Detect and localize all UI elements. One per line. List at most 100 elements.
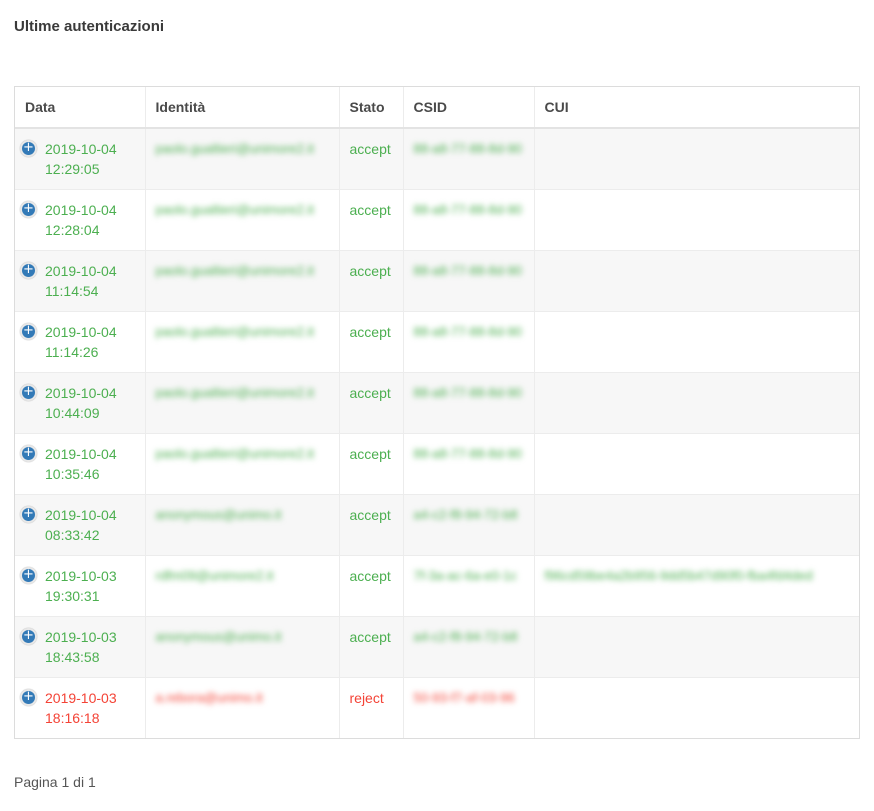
cell-csid: 50-93-f7-af-03-96 (403, 676, 535, 738)
date-text: 2019-10-03 (45, 567, 117, 584)
plus-circle-icon[interactable]: + (20, 261, 37, 279)
time-text: 11:14:54 (45, 282, 99, 299)
status-text: accept (349, 506, 391, 523)
plus-circle-icon[interactable]: + (20, 140, 37, 157)
column-header-cui[interactable]: CUI (534, 87, 859, 129)
status-text: accept (349, 628, 391, 645)
cell-identity: paolo.gualtieri@unimore2.it (145, 371, 340, 433)
page-title: Ultime autenticazioni (14, 18, 165, 35)
cell-date: +2019-10-04 10:44:09 (15, 371, 146, 433)
status-text: accept (349, 262, 391, 279)
cell-identity: paolo.gualtieri@unimore2.it (145, 310, 340, 372)
time-text: 12:28:04 (45, 221, 100, 238)
identity-text: a.rebora@unimo.it (155, 689, 263, 705)
cell-csid: 88-a8-77-88-8d-90 (403, 188, 535, 250)
status-text: accept (349, 445, 391, 462)
plus-circle-icon[interactable]: + (20, 688, 37, 706)
cell-date: +2019-10-03 19:30:31 (15, 554, 146, 616)
cell-status: accept (339, 310, 404, 372)
table-row: +2019-10-04 08:33:42 anonymous@unimo.it acc… (15, 493, 859, 555)
date-text: 2019-10-03 (45, 628, 117, 645)
time-text: 19:30:31 (45, 587, 100, 604)
cell-cui (534, 432, 859, 494)
cell-status: accept (339, 127, 404, 189)
cell-date: +2019-10-03 18:43:58 (15, 615, 146, 677)
status-text: accept (349, 567, 391, 584)
cui-text: f96cd59be4a2b956-9dd5b47d90f0-fba4fd4ded (544, 567, 813, 583)
date-text: 2019-10-03 (45, 689, 117, 706)
plus-circle-icon[interactable]: + (20, 322, 37, 340)
identity-text: paolo.gualtieri@unimore2.it (155, 262, 314, 278)
cell-identity: anonymous@unimo.it (145, 615, 340, 677)
identity-text: paolo.gualtieri@unimore2.it (155, 323, 314, 339)
column-header-stato[interactable]: Stato (339, 87, 404, 129)
cell-date: +2019-10-03 18:16:18 (15, 676, 146, 738)
pagination-info: Pagina 1 di 1 (14, 774, 96, 790)
table-header-row: Data Identità Stato CSID CUI (15, 87, 859, 129)
cell-cui: f96cd59be4a2b956-9dd5b47d90f0-fba4fd4ded (534, 554, 859, 616)
time-text: 08:33:42 (45, 526, 100, 543)
plus-circle-icon[interactable]: + (20, 627, 37, 645)
table-row: +2019-10-03 18:43:58 anonymous@unimo.it acc… (15, 615, 859, 677)
date-text: 2019-10-04 (45, 262, 117, 279)
table-row: +2019-10-04 10:44:09 paolo.gualtieri@unimo… (15, 371, 859, 433)
plus-circle-icon[interactable]: + (20, 444, 37, 462)
identity-text: anonymous@unimo.it (155, 628, 282, 644)
time-text: 18:43:58 (45, 648, 100, 665)
identity-text: paolo.gualtieri@unimore2.it (155, 384, 314, 400)
csid-text: 88-a8-77-88-8d-90 (413, 141, 522, 156)
date-text: 2019-10-04 (45, 201, 117, 218)
plus-circle-icon[interactable]: + (20, 566, 37, 584)
plus-circle-icon[interactable]: + (20, 505, 37, 523)
table-row: +2019-10-04 12:28:04 paolo.gualtieri@unimo… (15, 188, 859, 250)
cell-cui (534, 371, 859, 433)
time-text: 11:14:26 (45, 343, 99, 360)
cell-cui (534, 188, 859, 250)
cell-status: accept (339, 188, 404, 250)
time-text: 10:44:09 (45, 404, 100, 421)
cell-status: reject (339, 676, 404, 738)
time-text: 10:35:46 (45, 465, 100, 482)
table-row: +2019-10-04 11:14:54 paolo.gualtieri@unimo… (15, 249, 859, 311)
status-text: accept (349, 384, 391, 401)
table-row: +2019-10-04 12:29:05 paolo.gualtieri@unimo… (15, 127, 859, 189)
identity-text: paolo.gualtieri@unimore2.it (155, 141, 314, 156)
cell-cui (534, 249, 859, 311)
cell-identity: paolo.gualtieri@unimore2.it (145, 432, 340, 494)
csid-text: 88-a8-77-88-8d-90 (413, 384, 522, 400)
cell-status: accept (339, 493, 404, 555)
identity-text: anonymous@unimo.it (155, 506, 282, 522)
table-row: +2019-10-04 11:14:26 paolo.gualtieri@unimo… (15, 310, 859, 372)
csid-text: 88-a8-77-88-8d-90 (413, 445, 522, 461)
cell-date: +2019-10-04 08:33:42 (15, 493, 146, 555)
cell-status: accept (339, 249, 404, 311)
plus-circle-icon[interactable]: + (20, 200, 37, 218)
date-text: 2019-10-04 (45, 445, 117, 462)
cell-csid: 88-a8-77-88-8d-90 (403, 249, 535, 311)
column-header-csid[interactable]: CSID (403, 87, 535, 129)
cell-cui (534, 615, 859, 677)
cell-cui (534, 310, 859, 372)
cell-status: accept (339, 554, 404, 616)
status-text: accept (349, 201, 391, 218)
cell-date: +2019-10-04 12:28:04 (15, 188, 146, 250)
authentications-table: Data Identità Stato CSID CUI +2019-10-04… (14, 86, 860, 739)
plus-circle-icon[interactable]: + (20, 383, 37, 401)
date-text: 2019-10-04 (45, 384, 117, 401)
csid-text: a4-c2-f8-94-72-b8 (413, 506, 518, 522)
column-header-identita[interactable]: Identità (145, 87, 340, 129)
identity-text: rdfm09@unimore2.it (155, 567, 274, 583)
cell-date: +2019-10-04 11:14:26 (15, 310, 146, 372)
status-text: accept (349, 141, 391, 157)
csid-text: 7f-3a-ac-6a-e0-1c (413, 567, 517, 583)
column-header-data[interactable]: Data (15, 87, 146, 129)
identity-text: paolo.gualtieri@unimore2.it (155, 445, 314, 461)
csid-text: 88-a8-77-88-8d-90 (413, 262, 522, 278)
cell-identity: a.rebora@unimo.it (145, 676, 340, 738)
cell-status: accept (339, 371, 404, 433)
csid-text: 88-a8-77-88-8d-90 (413, 323, 522, 339)
cell-cui (534, 493, 859, 555)
cell-status: accept (339, 432, 404, 494)
cell-identity: paolo.gualtieri@unimore2.it (145, 249, 340, 311)
cell-csid: 88-a8-77-88-8d-90 (403, 127, 535, 189)
